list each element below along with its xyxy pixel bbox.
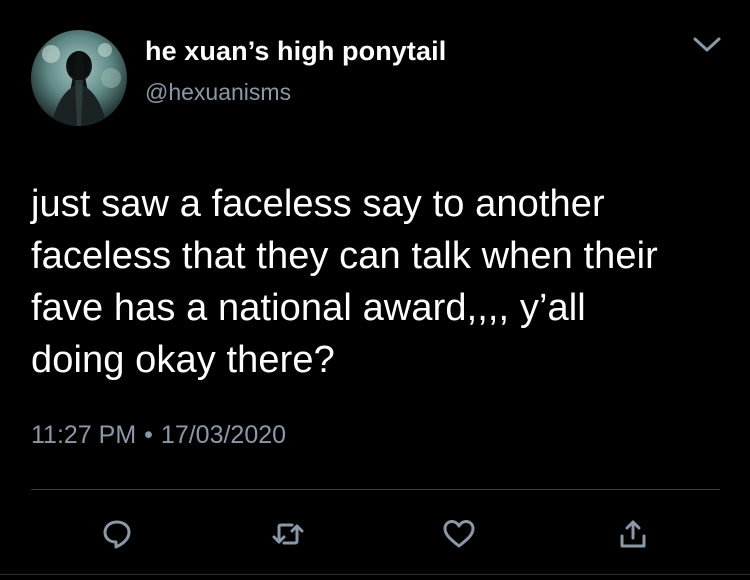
reply-icon (103, 520, 131, 549)
chevron-down-icon[interactable] (690, 33, 724, 57)
share-button[interactable] (615, 516, 651, 552)
profile-avatar[interactable] (31, 30, 127, 126)
tweet-text: just saw a faceless say to another facel… (31, 183, 658, 381)
divider (31, 489, 720, 490)
tweet-date: 17/03/2020 (160, 421, 287, 449)
tweet-card: he xuan’s high ponytail @hexuanisms just… (0, 0, 750, 580)
tweet-time: 11:27 PM (31, 421, 137, 449)
bottom-divider (0, 574, 750, 575)
user-handle[interactable]: @hexuanisms (145, 79, 291, 106)
display-name[interactable]: he xuan’s high ponytail (145, 36, 446, 67)
retweet-button[interactable] (270, 516, 306, 552)
like-button[interactable] (441, 516, 477, 552)
meta-separator: • (144, 421, 153, 449)
tweet-timestamp: 11:27 PM • 17/03/2020 (31, 421, 286, 450)
share-icon (620, 520, 646, 548)
heart-icon (443, 520, 475, 548)
avatar-image (31, 30, 127, 126)
reply-button[interactable] (99, 516, 135, 552)
retweet-icon (272, 523, 304, 545)
